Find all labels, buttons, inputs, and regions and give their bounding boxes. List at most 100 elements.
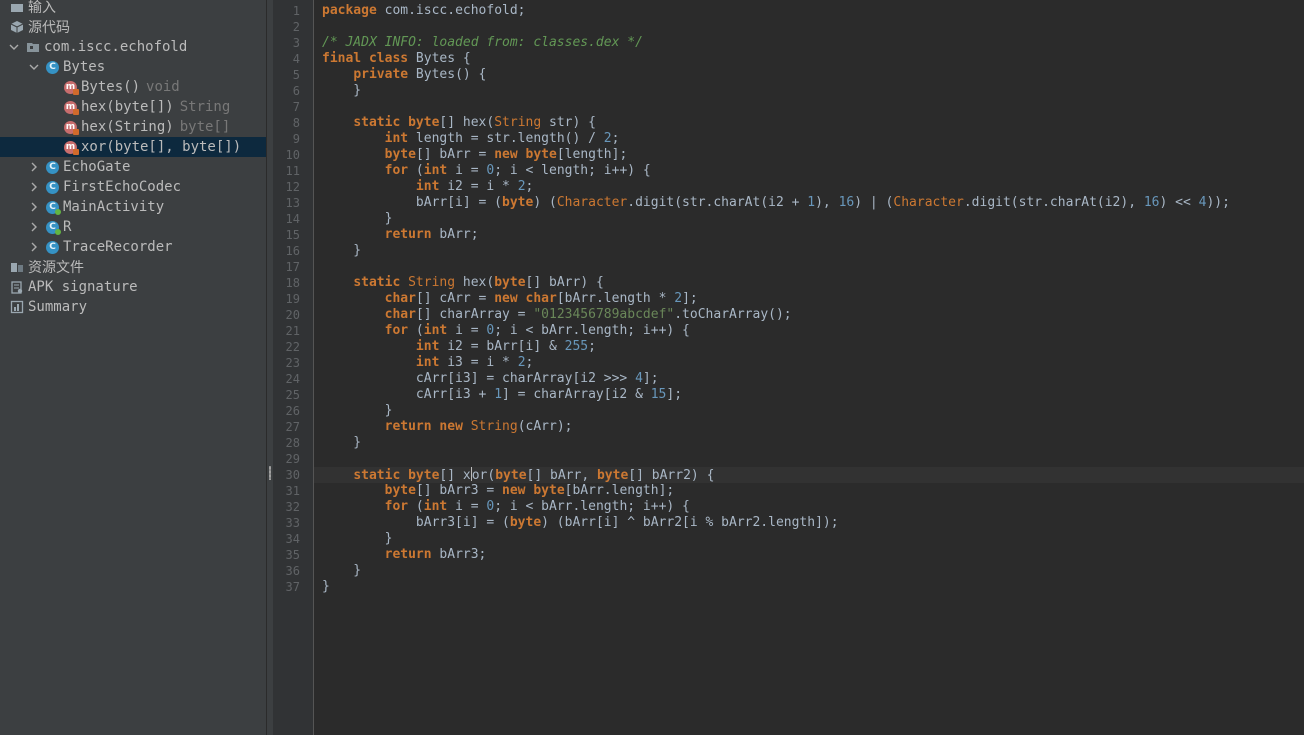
tree-item-hex-string[interactable]: m hex(String) byte[] — [0, 117, 266, 137]
tree-item-summary[interactable]: Summary — [0, 297, 266, 317]
chevron-down-icon[interactable] — [8, 41, 20, 53]
code-line[interactable]: static byte[] hex(String str) { — [322, 115, 596, 131]
code-line[interactable]: for (int i = 0; i < bArr.length; i++) { — [322, 323, 690, 339]
chevron-right-icon[interactable] — [28, 181, 40, 193]
code-line[interactable]: for (int i = 0; i < length; i++) { — [322, 163, 651, 179]
tree-item-bytes[interactable]: m Bytes() void — [0, 77, 266, 97]
code-line[interactable]: } — [322, 435, 361, 451]
code-line[interactable]: } — [322, 83, 361, 99]
code-line[interactable]: int length = str.length() / 2; — [322, 131, 620, 147]
code-line[interactable]: package com.iscc.echofold; — [322, 3, 526, 19]
line-number: 18 — [285, 276, 300, 290]
line-number: 34 — [285, 532, 300, 546]
input-folder-icon — [10, 0, 24, 14]
code-line[interactable]: private Bytes() { — [322, 67, 486, 83]
tree-item-label: Bytes() — [81, 79, 141, 95]
chevron-right-icon[interactable] — [28, 221, 40, 233]
tree-item-资源文件[interactable]: 资源文件 — [0, 257, 266, 277]
tree-item-bytes[interactable]: C Bytes — [0, 57, 266, 77]
line-number: 29 — [285, 452, 300, 466]
tree-item-firstechocodec[interactable]: C FirstEchoCodec — [0, 177, 266, 197]
tree-item-label: MainActivity — [63, 199, 165, 215]
code-line[interactable]: } — [322, 243, 361, 259]
tree-item-r[interactable]: CR — [0, 217, 266, 237]
tree-item-label: FirstEchoCodec — [63, 179, 182, 195]
code-line[interactable]: return bArr; — [322, 227, 479, 243]
line-number: 33 — [285, 516, 300, 530]
tree-item-输入[interactable]: 输入 — [0, 0, 266, 17]
code-line[interactable]: bArr[i] = (byte) (Character.digit(str.ch… — [322, 195, 1230, 211]
code-line[interactable]: } — [322, 579, 330, 595]
line-number: 36 — [285, 564, 300, 578]
line-number: 10 — [285, 148, 300, 162]
summary-icon — [10, 300, 24, 314]
code-line[interactable]: return bArr3; — [322, 547, 487, 563]
code-line[interactable]: } — [322, 531, 393, 547]
code-line[interactable]: byte[] bArr = new byte[length]; — [322, 147, 628, 163]
code-editor[interactable]: package com.iscc.echofold; /* JADX INFO: … — [314, 0, 1304, 735]
code-line[interactable]: /* JADX INFO: loaded from: classes.dex *… — [322, 35, 643, 51]
code-line[interactable]: } — [322, 563, 361, 579]
project-tree[interactable]: 输入 源代码 com.iscc.echofold C Bytes m Bytes() void… — [0, 0, 266, 735]
tree-item-label: com.iscc.echofold — [44, 39, 188, 55]
code-line[interactable]: int i2 = i * 2; — [322, 179, 533, 195]
code-line[interactable]: static byte[] xor(byte[] bArr, byte[] bA… — [322, 467, 714, 483]
tree-item-label: TraceRecorder — [63, 239, 173, 255]
source-code-icon — [10, 20, 24, 34]
tree-item-label: Bytes — [63, 59, 106, 75]
line-number: 21 — [285, 324, 300, 338]
chevron-down-icon[interactable] — [28, 61, 40, 73]
class-icon: C — [46, 220, 61, 235]
tree-item-label: Summary — [28, 299, 88, 315]
tree-item-源代码[interactable]: 源代码 — [0, 17, 266, 37]
class-icon: C — [46, 240, 59, 254]
return-type: String — [179, 99, 231, 115]
code-line[interactable]: byte[] bArr3 = new byte[bArr.length]; — [322, 483, 675, 499]
code-line[interactable]: bArr3[i] = (byte) (bArr[i] ^ bArr2[i % b… — [322, 515, 839, 531]
code-line[interactable]: final class Bytes { — [322, 51, 471, 67]
chevron-right-icon[interactable] — [28, 161, 40, 173]
tree-item-label: APK signature — [28, 279, 138, 295]
class-icon: C — [46, 60, 59, 74]
line-number: 20 — [285, 308, 300, 322]
line-number: 17 — [285, 260, 300, 274]
code-line[interactable]: } — [322, 211, 393, 227]
tree-item-label: hex(String) — [81, 119, 174, 135]
line-number: 15 — [285, 228, 300, 242]
tree-item-hex-byte[interactable]: m hex(byte[]) String — [0, 97, 266, 117]
line-number: 24 — [285, 372, 300, 386]
code-line[interactable]: cArr[i3 + 1] = charArray[i2 & 15]; — [322, 387, 682, 403]
splitter-grip-icon[interactable] — [269, 466, 271, 480]
code-line[interactable]: cArr[i3] = charArray[i2 >>> 4]; — [322, 371, 659, 387]
code-line[interactable]: int i3 = i * 2; — [322, 355, 533, 371]
method-icon: m — [64, 140, 79, 155]
line-number: 19 — [285, 292, 300, 306]
tree-item-tracerecorder[interactable]: C TraceRecorder — [0, 237, 266, 257]
line-number: 31 — [285, 484, 300, 498]
line-number: 3 — [292, 36, 300, 50]
method-icon: m — [64, 80, 79, 95]
return-type: void — [146, 79, 180, 95]
code-line[interactable]: return new String(cArr); — [322, 419, 573, 435]
tree-item-com-iscc-echofold[interactable]: com.iscc.echofold — [0, 37, 266, 57]
line-number-gutter: 1 2 3 4 5 6 7 8 9 10 11 12 13 14 15 16 17 18 19 20 21 22 23 24 2… — [273, 0, 314, 735]
return-type: byte[] — [179, 119, 231, 135]
code-line[interactable]: } — [322, 403, 393, 419]
code-line[interactable]: char[] charArray = "0123456789abcdef".to… — [322, 307, 792, 323]
tree-item-mainactivity[interactable]: C MainActivity — [0, 197, 266, 217]
line-number: 7 — [292, 100, 300, 114]
code-line[interactable]: int i2 = bArr[i] & 255; — [322, 339, 596, 355]
tree-item-xor-byte-byte[interactable]: m xor(byte[], byte[]) — [0, 137, 266, 157]
chevron-right-icon[interactable] — [28, 201, 40, 213]
tree-item-label: EchoGate — [63, 159, 131, 175]
code-line[interactable]: static String hex(byte[] bArr) { — [322, 275, 604, 291]
tree-item-label: hex(byte[]) — [81, 99, 174, 115]
chevron-right-icon[interactable] — [28, 241, 40, 253]
class-icon: C — [46, 200, 61, 215]
code-line[interactable]: for (int i = 0; i < bArr.length; i++) { — [322, 499, 690, 515]
tree-item-label: xor(byte[], byte[]) — [81, 139, 242, 155]
code-line[interactable]: char[] cArr = new char[bArr.length * 2]; — [322, 291, 698, 307]
line-number: 8 — [292, 116, 300, 130]
tree-item-echogate[interactable]: C EchoGate — [0, 157, 266, 177]
tree-item-apk-signature[interactable]: APK signature — [0, 277, 266, 297]
